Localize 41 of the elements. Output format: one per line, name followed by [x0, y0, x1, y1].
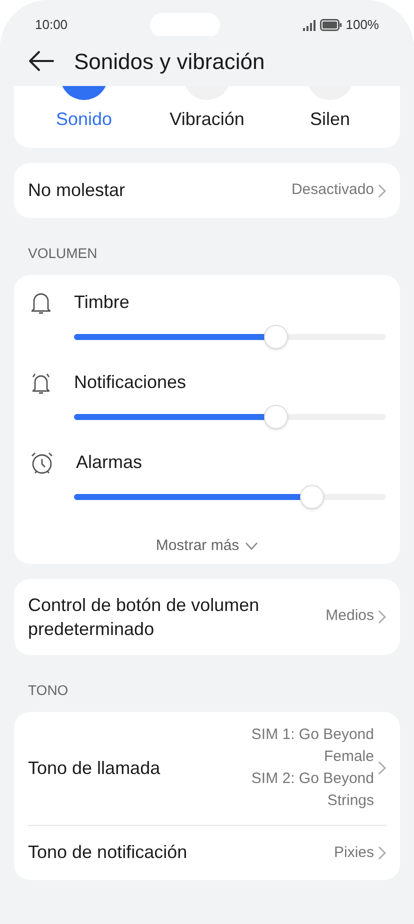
do-not-disturb-value: Desactivado [291, 180, 374, 200]
battery-icon [320, 19, 342, 31]
ringtone-label: Tono de llamada [28, 756, 160, 780]
do-not-disturb-row[interactable]: No molestar Desactivado [14, 163, 400, 218]
alarm-clock-icon [30, 450, 54, 474]
ringtone-value: Pixies [334, 842, 374, 862]
show-more-link[interactable]: Mostrar más [156, 535, 240, 558]
ringtone-label: Tono de notificación [28, 841, 188, 864]
chevron-right-icon [378, 184, 386, 198]
sound-mode-tab[interactable]: Silen [310, 106, 350, 133]
sound-mode-tab[interactable]: Vibración [170, 106, 244, 133]
bell-icon [30, 290, 52, 314]
signal-icon [302, 20, 316, 30]
chevron-right-icon [378, 846, 386, 860]
section-heading: TONO [27, 680, 70, 700]
ringtone-value: SIM 2: Go Beyond Strings [250, 769, 374, 811]
volume-label: Timbre [74, 291, 130, 314]
ringtone-row[interactable]: Tono de notificación Pixies [28, 826, 386, 880]
back-arrow-icon[interactable] [28, 50, 54, 72]
chevron-right-icon [378, 610, 386, 624]
volume-label: Alarmas [76, 451, 142, 474]
chevron-down-icon [245, 542, 258, 550]
ringtone-row[interactable]: Tono de llamada SIM 1: Go Beyond Female SIM 2: Go Beyond Strings [28, 712, 386, 826]
page-title: Sonidos y vibración [74, 48, 265, 76]
sound-mode-tab[interactable]: Sonido [56, 106, 112, 133]
volume-label: Notificaciones [74, 371, 186, 394]
section-heading: VOLUMEN [27, 244, 98, 263]
volume-slider[interactable] [74, 325, 386, 349]
slider-thumb[interactable] [264, 325, 288, 349]
volume-slider[interactable] [74, 405, 386, 429]
volume-slider[interactable] [74, 485, 386, 509]
do-not-disturb-label: No molestar [28, 179, 126, 202]
chevron-right-icon [378, 761, 386, 775]
battery-percentage: 100% [346, 16, 379, 34]
slider-thumb[interactable] [300, 485, 324, 509]
ringtone-value: SIM 1: Go Beyond Female [250, 725, 374, 767]
volume-button-label: Control de botón de volumen predeterminado [28, 594, 260, 640]
slider-thumb[interactable] [264, 405, 288, 429]
volume-button-value: Medios [326, 606, 374, 626]
status-time: 10:00 [35, 16, 68, 34]
volume-button-row[interactable]: Control de botón de volumen predeterminado Medios [14, 578, 400, 654]
